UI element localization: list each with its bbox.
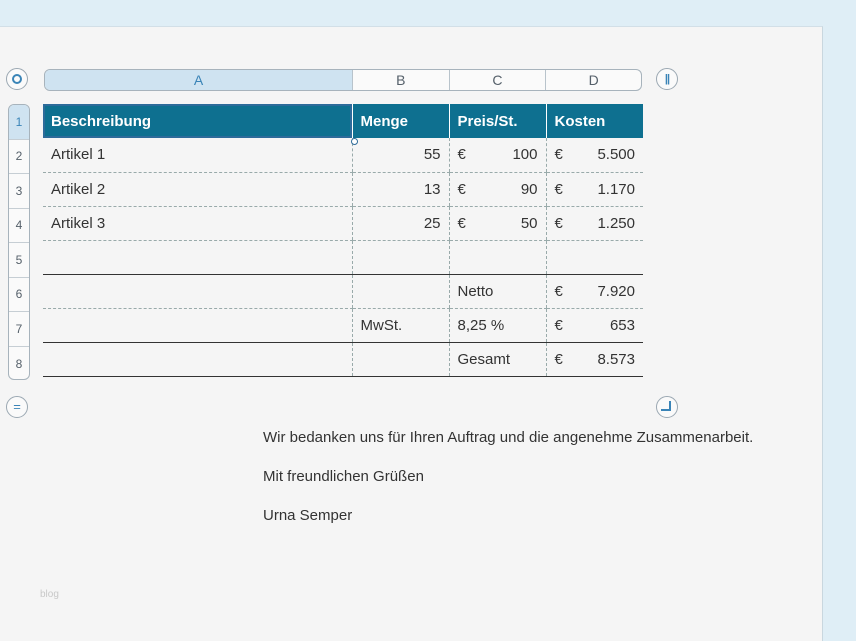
- row-header-2[interactable]: 2: [9, 140, 29, 174]
- net-value: 7.920: [597, 282, 635, 300]
- cell-empty[interactable]: [448, 240, 546, 274]
- cost-value: 1.170: [597, 180, 635, 198]
- invoice-table: Beschreibung Menge Preis/St. Kosten Arti…: [43, 104, 643, 377]
- cell-empty[interactable]: [43, 240, 352, 274]
- currency-symbol: €: [554, 214, 563, 232]
- row-resize-icon: =: [13, 399, 21, 414]
- cell-empty[interactable]: [43, 308, 352, 342]
- resize-table-handle[interactable]: [656, 396, 678, 418]
- header-cell-cost[interactable]: Kosten: [545, 104, 643, 138]
- vat-row: MwSt. 8,25 % €653: [43, 308, 643, 342]
- closing-regards: Mit freundlichen Grüßen: [263, 468, 424, 485]
- gross-label[interactable]: Gesamt: [448, 341, 546, 377]
- circle-icon: [12, 74, 22, 84]
- corner-resize-icon: [660, 400, 671, 411]
- row-header-7[interactable]: 7: [9, 312, 29, 347]
- unit-price-value: 90: [520, 180, 538, 198]
- add-column-handle[interactable]: ||: [656, 68, 678, 90]
- currency-symbol: €: [457, 180, 466, 198]
- unit-price-value: 50: [520, 214, 538, 232]
- signature-name: Urna Semper: [263, 507, 353, 524]
- currency-symbol: €: [554, 316, 563, 334]
- header-cell-quantity[interactable]: Menge: [351, 104, 449, 138]
- row-header-bar: 1 2 3 4 5 6 7 8: [8, 104, 30, 380]
- cell-empty[interactable]: [351, 341, 449, 377]
- gross-value: 8.573: [597, 350, 635, 368]
- table-header-row: Beschreibung Menge Preis/St. Kosten: [43, 104, 643, 138]
- table-select-handle[interactable]: [6, 68, 28, 90]
- watermark: blog: [40, 589, 59, 600]
- currency-symbol: €: [457, 214, 466, 232]
- row-header-6[interactable]: 6: [9, 278, 29, 312]
- header-cell-description[interactable]: Beschreibung: [43, 104, 352, 138]
- currency-symbol: €: [554, 146, 563, 164]
- column-header-b[interactable]: B: [353, 70, 450, 90]
- cell-empty[interactable]: [43, 341, 352, 377]
- cell-empty[interactable]: [545, 240, 643, 274]
- net-value-cell[interactable]: €7.920: [545, 273, 643, 309]
- currency-symbol: €: [554, 282, 563, 300]
- cost-value: 1.250: [597, 214, 635, 232]
- cell-quantity[interactable]: 25: [351, 206, 449, 241]
- column-header-c[interactable]: C: [450, 70, 547, 90]
- cell-empty[interactable]: [351, 273, 449, 309]
- add-row-handle[interactable]: =: [6, 396, 28, 418]
- net-total-row: Netto €7.920: [43, 273, 643, 309]
- cell-cost[interactable]: €1.170: [545, 172, 643, 207]
- cell-unit-price[interactable]: €50: [448, 206, 546, 241]
- row-header-1[interactable]: 1: [9, 105, 29, 140]
- table-row-empty: [43, 240, 643, 274]
- row-header-5[interactable]: 5: [9, 243, 29, 278]
- gross-value-cell[interactable]: €8.573: [545, 341, 643, 377]
- cell-empty[interactable]: [351, 240, 449, 274]
- selection-resize-knob[interactable]: [351, 138, 358, 145]
- vat-value: 653: [609, 316, 635, 334]
- column-header-a[interactable]: A: [45, 70, 353, 90]
- cell-description[interactable]: Artikel 2: [43, 172, 352, 207]
- row-header-3[interactable]: 3: [9, 174, 29, 209]
- vat-label[interactable]: MwSt.: [351, 308, 449, 342]
- cell-quantity[interactable]: 55: [351, 138, 449, 173]
- table-row: Artikel 2 13 €90 €1.170: [43, 172, 643, 207]
- column-resize-icon: ||: [664, 73, 670, 85]
- closing-thanks: Wir bedanken uns für Ihren Auftrag und d…: [263, 429, 754, 446]
- currency-symbol: €: [554, 180, 563, 198]
- net-label[interactable]: Netto: [448, 273, 546, 309]
- unit-price-value: 100: [512, 146, 538, 164]
- cell-description[interactable]: Artikel 3: [43, 206, 352, 241]
- header-cell-unit-price[interactable]: Preis/St.: [448, 104, 546, 138]
- cell-cost[interactable]: €5.500: [545, 138, 643, 173]
- column-header-d[interactable]: D: [546, 70, 641, 90]
- row-header-4[interactable]: 4: [9, 209, 29, 243]
- vat-value-cell[interactable]: €653: [545, 308, 643, 342]
- vat-rate[interactable]: 8,25 %: [448, 308, 546, 342]
- currency-symbol: €: [554, 350, 563, 368]
- currency-symbol: €: [457, 146, 466, 164]
- table-row: Artikel 1 55 €100 €5.500: [43, 138, 643, 173]
- gross-total-row: Gesamt €8.573: [43, 341, 643, 377]
- row-header-8[interactable]: 8: [9, 347, 29, 380]
- cell-unit-price[interactable]: €90: [448, 172, 546, 207]
- cell-description[interactable]: Artikel 1: [43, 138, 352, 173]
- cost-value: 5.500: [597, 146, 635, 164]
- table-row: Artikel 3 25 €50 €1.250: [43, 206, 643, 241]
- cell-quantity[interactable]: 13: [351, 172, 449, 207]
- cell-unit-price[interactable]: €100: [448, 138, 546, 173]
- column-header-bar: A B C D: [44, 69, 642, 91]
- cell-cost[interactable]: €1.250: [545, 206, 643, 241]
- cell-empty[interactable]: [43, 273, 352, 309]
